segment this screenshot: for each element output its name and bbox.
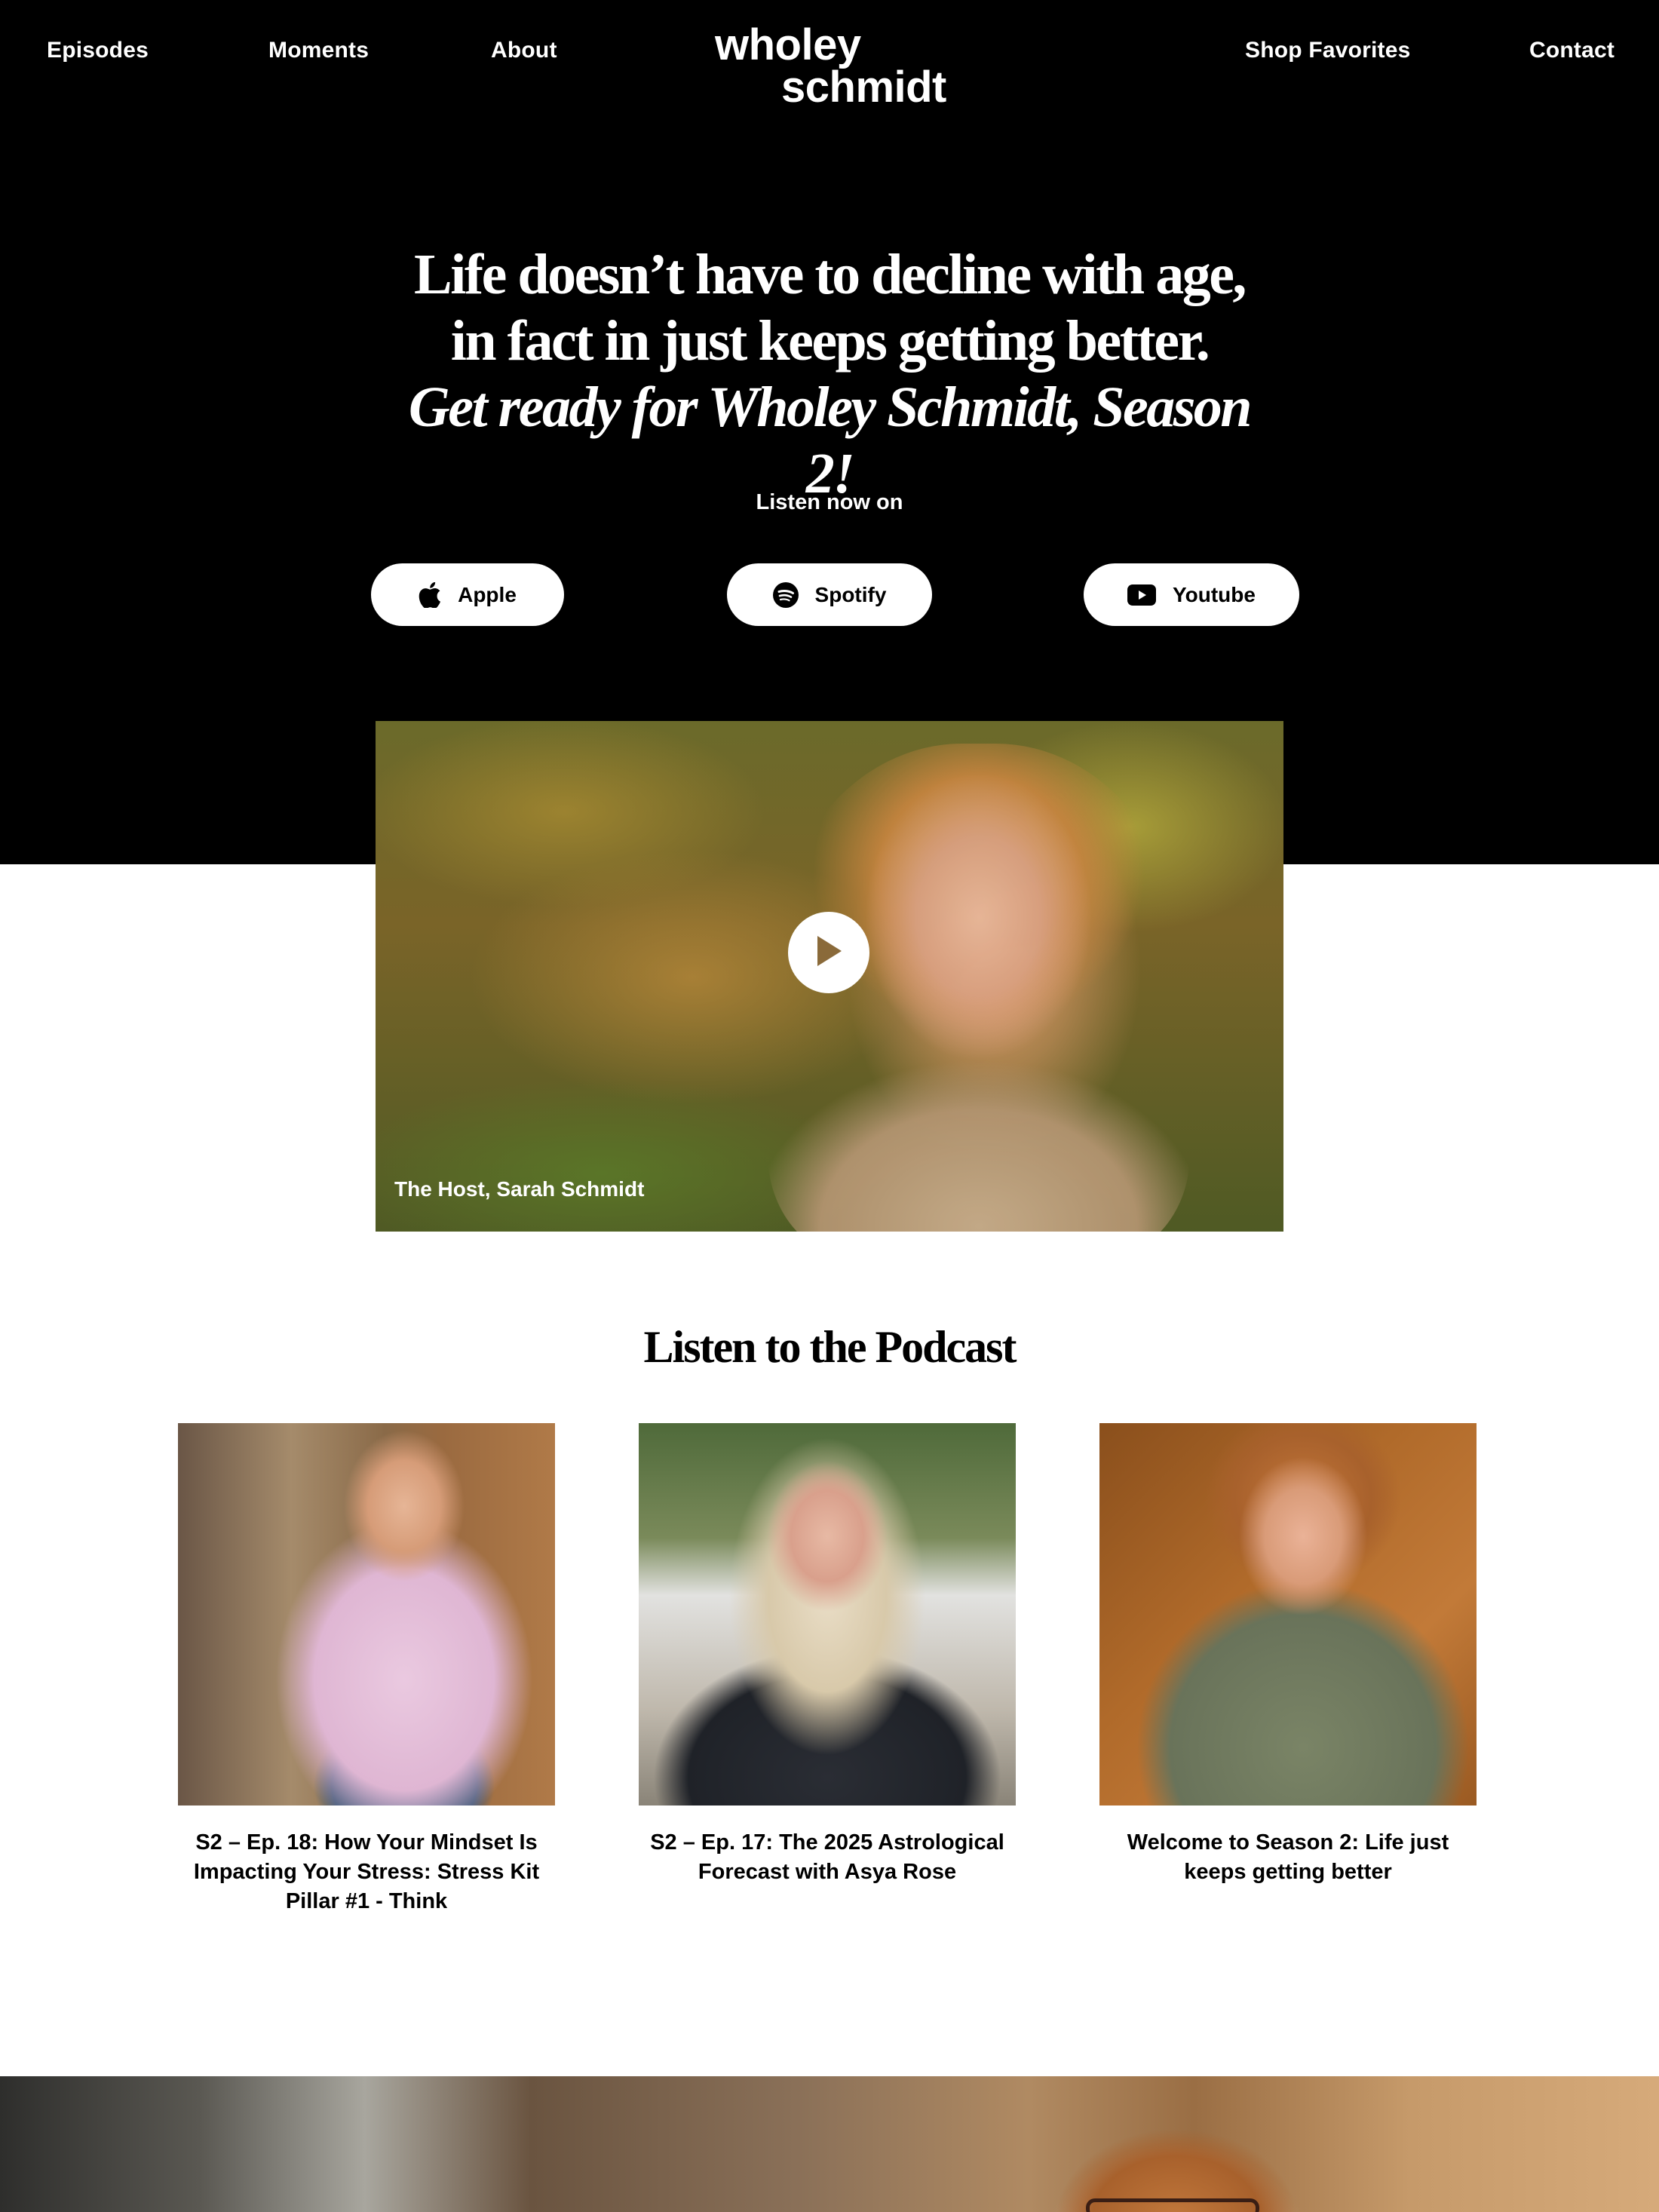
episode-title[interactable]: S2 – Ep. 18: How Your Mindset Is Impacti… bbox=[178, 1828, 555, 1916]
spotify-button[interactable]: Spotify bbox=[727, 563, 932, 626]
bottom-banner-image bbox=[0, 2076, 1659, 2212]
apple-button-label: Apple bbox=[458, 582, 517, 606]
logo-line-2: schmidt bbox=[781, 63, 946, 112]
nav-about[interactable]: About bbox=[491, 38, 557, 63]
nav-contact[interactable]: Contact bbox=[1529, 38, 1615, 63]
episode-card[interactable]: S2 – Ep. 17: The 2025 Astrological Forec… bbox=[639, 1423, 1016, 1887]
listen-now-label: Listen now on bbox=[756, 490, 903, 514]
apple-icon bbox=[419, 581, 441, 608]
episode-card[interactable]: S2 – Ep. 18: How Your Mindset Is Impacti… bbox=[178, 1423, 555, 1916]
nav-episodes[interactable]: Episodes bbox=[47, 38, 149, 63]
headline-italic: Get ready for Wholey Schmidt, Season 2! bbox=[408, 376, 1253, 505]
episode-thumbnail[interactable] bbox=[639, 1423, 1016, 1805]
spotify-icon bbox=[772, 581, 799, 608]
video-caption: The Host, Sarah Schmidt bbox=[394, 1177, 645, 1201]
hero-headline: Life doesn’t have to decline with age, i… bbox=[407, 241, 1253, 507]
episode-thumbnail[interactable] bbox=[1099, 1423, 1477, 1805]
glasses-detail bbox=[1086, 2198, 1259, 2212]
podcast-section-title: Listen to the Podcast bbox=[643, 1322, 1017, 1372]
nav-shop-favorites[interactable]: Shop Favorites bbox=[1245, 38, 1411, 63]
youtube-button[interactable]: Youtube bbox=[1084, 563, 1299, 626]
episode-card[interactable]: Welcome to Season 2: Life just keeps get… bbox=[1099, 1423, 1477, 1887]
youtube-button-label: Youtube bbox=[1173, 582, 1256, 606]
site-logo[interactable]: wholey schmidt bbox=[715, 20, 946, 112]
host-video[interactable]: The Host, Sarah Schmidt bbox=[376, 721, 1283, 1232]
logo-line-1: wholey bbox=[715, 20, 861, 69]
headline-regular: Life doesn’t have to decline with age, i… bbox=[414, 243, 1247, 373]
youtube-icon bbox=[1127, 584, 1157, 606]
episode-title[interactable]: S2 – Ep. 17: The 2025 Astrological Forec… bbox=[639, 1828, 1016, 1887]
play-icon bbox=[813, 934, 845, 972]
episode-title[interactable]: Welcome to Season 2: Life just keeps get… bbox=[1099, 1828, 1477, 1887]
episode-thumbnail[interactable] bbox=[178, 1423, 555, 1805]
nav-moments[interactable]: Moments bbox=[268, 38, 369, 63]
apple-button[interactable]: Apple bbox=[371, 563, 564, 626]
spotify-button-label: Spotify bbox=[814, 582, 887, 606]
play-button[interactable] bbox=[788, 912, 869, 993]
